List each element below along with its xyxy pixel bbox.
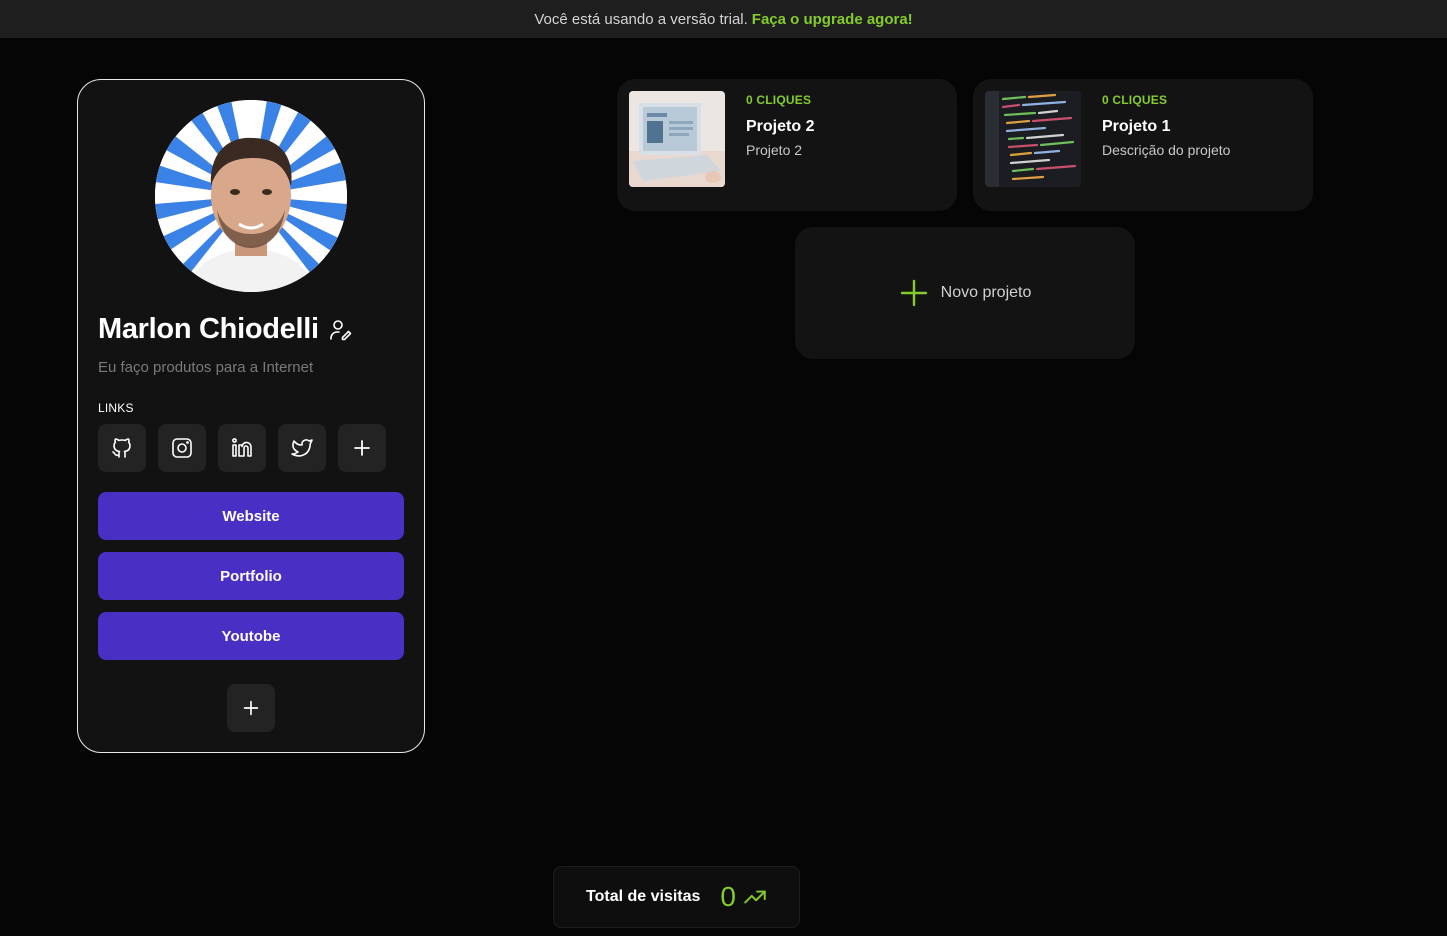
trial-banner: Você está usando a versão trial. Faça o …: [0, 0, 1447, 38]
project-thumbnail: [985, 91, 1081, 187]
project-card[interactable]: 0 CLIQUES Projeto 2 Projeto 2: [617, 79, 957, 211]
links-label: LINKS: [98, 401, 134, 415]
project-description: Projeto 2: [746, 142, 803, 158]
profile-card: Marlon Chiodelli Eu faço produtos para a…: [77, 79, 425, 753]
social-links: [98, 424, 386, 472]
github-button[interactable]: [98, 424, 146, 472]
profile-name: Marlon Chiodelli: [98, 313, 319, 345]
plus-icon: [243, 700, 259, 716]
project-card[interactable]: 0 CLIQUES Projeto 1 Descrição do projeto: [973, 79, 1313, 211]
project-clicks: 0 CLIQUES: [746, 93, 812, 107]
github-icon: [112, 438, 131, 458]
project-title: Projeto 1: [1102, 118, 1171, 135]
upgrade-link[interactable]: Faça o upgrade agora!: [752, 11, 913, 28]
add-social-button[interactable]: [338, 424, 386, 472]
instagram-icon: [172, 438, 192, 458]
project-description: Descrição do projeto: [1102, 142, 1231, 158]
instagram-button[interactable]: [158, 424, 206, 472]
name-row: Marlon Chiodelli: [98, 313, 353, 346]
profile-bio: Eu faço produtos para a Internet: [98, 359, 314, 376]
project-title: Projeto 2: [746, 118, 815, 135]
youtube-link-button[interactable]: Youtobe: [98, 612, 404, 660]
trending-up-icon: [744, 890, 766, 904]
portfolio-link-button[interactable]: Portfolio: [98, 552, 404, 600]
linkedin-icon: [232, 438, 252, 457]
project-clicks: 0 CLIQUES: [1102, 93, 1168, 107]
total-visits: Total de visitas 0: [553, 866, 800, 928]
twitter-icon: [291, 439, 313, 457]
visits-label: Total de visitas: [586, 888, 701, 905]
trial-message: Você está usando a versão trial.: [534, 10, 748, 28]
edit-profile-icon[interactable]: [329, 318, 353, 342]
linkedin-button[interactable]: [218, 424, 266, 472]
visits-count: 0: [720, 881, 736, 912]
website-link-button[interactable]: Website: [98, 492, 404, 540]
new-project-label: Novo projeto: [940, 284, 1032, 301]
project-thumbnail: [629, 91, 725, 187]
plus-icon: [354, 440, 370, 456]
new-project-button[interactable]: Novo projeto: [795, 227, 1135, 359]
plus-icon: [900, 279, 927, 307]
twitter-button[interactable]: [278, 424, 326, 472]
avatar[interactable]: [155, 100, 347, 292]
add-link-button[interactable]: [227, 684, 275, 732]
